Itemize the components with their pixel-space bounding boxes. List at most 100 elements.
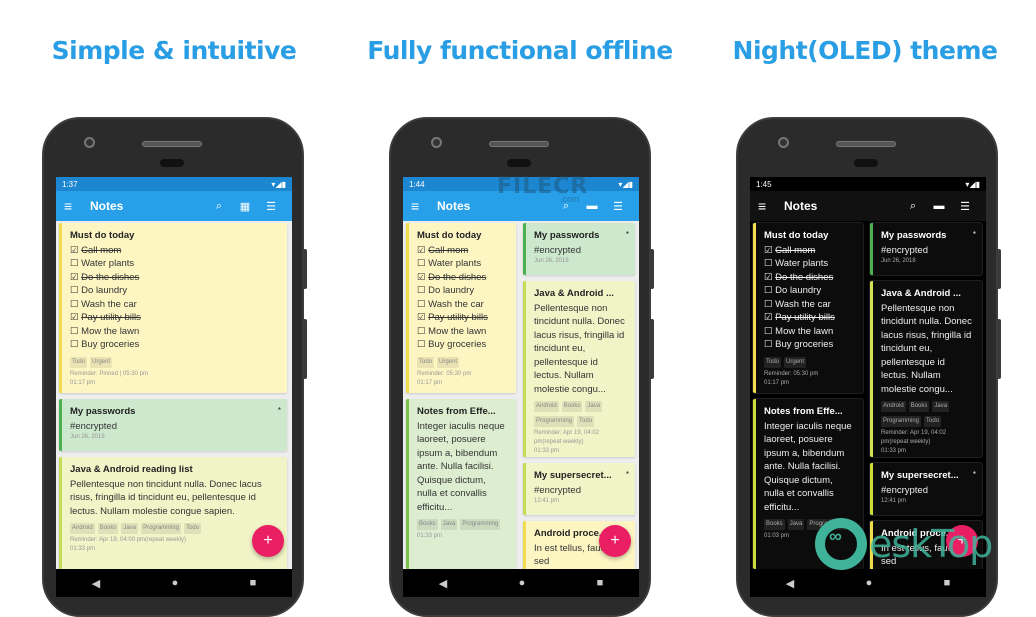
menu-icon[interactable]: ≡: [758, 198, 780, 214]
tag-chip[interactable]: Java: [121, 523, 139, 534]
note-card[interactable]: Java & Android ... Pellentesque non tinci…: [523, 281, 635, 457]
checklist-item[interactable]: ☐ Water plants: [764, 257, 855, 271]
tag-chip[interactable]: Urgent: [437, 356, 460, 368]
home-icon[interactable]: ●: [172, 577, 179, 589]
menu-icon[interactable]: ≡: [64, 198, 86, 214]
checkbox-checked-icon[interactable]: ☑: [70, 312, 81, 323]
checkbox-empty-icon[interactable]: ☐: [417, 258, 428, 269]
checkbox-empty-icon[interactable]: ☐: [70, 326, 81, 337]
note-card[interactable]: Java & Android ... Pellentesque non tinci…: [870, 281, 982, 457]
note-card[interactable]: Notes from Effe... Integer iaculis neque …: [406, 399, 516, 569]
checkbox-empty-icon[interactable]: ☐: [70, 339, 81, 350]
checkbox-checked-icon[interactable]: ☑: [70, 245, 81, 256]
checkbox-checked-icon[interactable]: ☑: [417, 272, 428, 283]
back-icon[interactable]: ◀: [786, 577, 794, 590]
tag-chip[interactable]: Programming: [141, 523, 182, 534]
view-toggle-icon[interactable]: ▦: [232, 200, 258, 213]
checklist-item[interactable]: ☐ Do laundry: [417, 284, 508, 298]
checkbox-empty-icon[interactable]: ☐: [764, 326, 775, 337]
checklist-item[interactable]: ☑ Do the dishes: [417, 271, 508, 285]
tag-chip[interactable]: Books: [764, 519, 785, 530]
checkbox-empty-icon[interactable]: ☐: [417, 326, 428, 337]
tag-chip[interactable]: Java: [787, 519, 805, 530]
tag-chip[interactable]: Books: [908, 401, 930, 412]
tag-chip[interactable]: Java: [585, 401, 603, 412]
sort-icon[interactable]: ☰: [258, 200, 284, 213]
checkbox-empty-icon[interactable]: ☐: [417, 339, 428, 350]
tag-chip[interactable]: Todo: [417, 356, 435, 368]
tag-chip[interactable]: Books: [417, 519, 438, 530]
sort-icon[interactable]: ☰: [605, 200, 631, 213]
tag-chip[interactable]: Android: [70, 523, 95, 534]
note-card[interactable]: My supersecret... * #encrypted 12:41 pm: [523, 463, 635, 515]
checkbox-empty-icon[interactable]: ☐: [764, 299, 775, 310]
checkbox-checked-icon[interactable]: ☑: [764, 245, 775, 256]
checklist-item[interactable]: ☐ Buy groceries: [417, 338, 508, 352]
tag-chip[interactable]: Android: [881, 401, 906, 412]
checkbox-checked-icon[interactable]: ☑: [764, 272, 775, 283]
checkbox-empty-icon[interactable]: ☐: [70, 299, 81, 310]
note-card[interactable]: Java & Android reading list Pellentesque …: [59, 457, 287, 577]
checklist-item[interactable]: ☑ Do the dishes: [764, 271, 855, 285]
note-card[interactable]: My supersecret... * #encrypted 12:41 pm: [870, 463, 982, 515]
checkbox-empty-icon[interactable]: ☐: [70, 285, 81, 296]
tag-chip[interactable]: Java: [440, 519, 458, 530]
home-icon[interactable]: ●: [519, 577, 526, 589]
checklist-item[interactable]: ☑ Call mom: [764, 244, 855, 258]
checklist-item[interactable]: ☐ Water plants: [70, 257, 279, 271]
checklist-item[interactable]: ☐ Mow the lawn: [417, 325, 508, 339]
recents-icon[interactable]: ■: [944, 577, 951, 589]
checkbox-checked-icon[interactable]: ☑: [764, 312, 775, 323]
view-toggle-icon[interactable]: ▬: [579, 200, 605, 212]
tag-chip[interactable]: Urgent: [784, 356, 807, 368]
checklist-item[interactable]: ☑ Pay utility bills: [70, 311, 279, 325]
checklist-item[interactable]: ☑ Pay utility bills: [764, 311, 855, 325]
tag-chip[interactable]: Books: [561, 401, 583, 412]
tag-chip[interactable]: Programming: [460, 519, 501, 530]
tag-chip[interactable]: Programming: [534, 416, 575, 427]
checkbox-empty-icon[interactable]: ☐: [764, 285, 775, 296]
checklist-item[interactable]: ☐ Do laundry: [764, 284, 855, 298]
tag-chip[interactable]: Todo: [70, 356, 88, 368]
add-note-fab[interactable]: +: [599, 525, 631, 557]
tag-chip[interactable]: Urgent: [90, 356, 113, 368]
tag-chip[interactable]: Java: [932, 401, 950, 412]
sort-icon[interactable]: ☰: [952, 200, 978, 213]
checkbox-empty-icon[interactable]: ☐: [417, 299, 428, 310]
checklist-item[interactable]: ☑ Pay utility bills: [417, 311, 508, 325]
tag-chip[interactable]: Android: [534, 401, 559, 412]
search-icon[interactable]: ⌕: [900, 200, 926, 213]
back-icon[interactable]: ◀: [439, 577, 447, 590]
checklist-item[interactable]: ☐ Do laundry: [70, 284, 279, 298]
checklist-item[interactable]: ☐ Wash the car: [417, 298, 508, 312]
note-card[interactable]: Must do today ☑ Call mom ☐ Water plants ☑ D…: [59, 223, 287, 393]
note-card[interactable]: My passwords * #encrypted Jun 26, 2018: [523, 223, 635, 275]
checklist-item[interactable]: ☐ Wash the car: [70, 298, 279, 312]
menu-icon[interactable]: ≡: [411, 198, 433, 214]
checkbox-checked-icon[interactable]: ☑: [70, 272, 81, 283]
checklist-item[interactable]: ☑ Call mom: [70, 244, 279, 258]
checklist-item[interactable]: ☐ Buy groceries: [70, 338, 279, 352]
checklist-item[interactable]: ☐ Buy groceries: [764, 338, 855, 352]
note-card[interactable]: My passwords * #encrypted Jun 26, 2018: [59, 399, 287, 451]
tag-chip[interactable]: Todo: [184, 523, 202, 534]
checklist-item[interactable]: ☐ Mow the lawn: [764, 325, 855, 339]
tag-chip[interactable]: Programming: [881, 416, 922, 427]
checkbox-checked-icon[interactable]: ☑: [417, 245, 428, 256]
checklist-item[interactable]: ☐ Mow the lawn: [70, 325, 279, 339]
search-icon[interactable]: ⌕: [206, 200, 232, 213]
tag-chip[interactable]: Books: [97, 523, 119, 534]
tag-chip[interactable]: Todo: [577, 416, 595, 427]
checkbox-checked-icon[interactable]: ☑: [417, 312, 428, 323]
recents-icon[interactable]: ■: [597, 577, 604, 589]
tag-chip[interactable]: Todo: [924, 416, 942, 427]
view-toggle-icon[interactable]: ▬: [926, 200, 952, 212]
checkbox-empty-icon[interactable]: ☐: [764, 339, 775, 350]
checklist-item[interactable]: ☐ Water plants: [417, 257, 508, 271]
back-icon[interactable]: ◀: [92, 577, 100, 590]
tag-chip[interactable]: Todo: [764, 356, 782, 368]
note-card[interactable]: My passwords * #encrypted Jun 26, 2018: [870, 223, 982, 275]
checkbox-empty-icon[interactable]: ☐: [417, 285, 428, 296]
add-note-fab[interactable]: +: [252, 525, 284, 557]
recents-icon[interactable]: ■: [250, 577, 257, 589]
